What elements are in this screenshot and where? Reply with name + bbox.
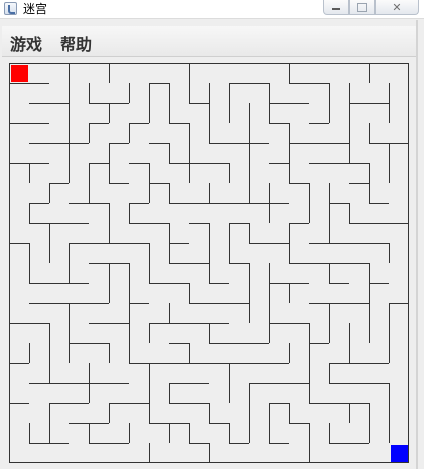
menu-bar: 游戏 帮助 bbox=[2, 26, 416, 57]
window-border bbox=[416, 20, 418, 469]
close-icon: ✕ bbox=[392, 0, 402, 14]
goal-marker bbox=[391, 445, 408, 462]
maze-board[interactable] bbox=[8, 62, 410, 464]
window-controls: ✕ bbox=[323, 0, 419, 15]
minimize-icon bbox=[332, 7, 340, 10]
menu-help[interactable]: 帮助 bbox=[60, 31, 92, 55]
maze-window: 迷宫 ✕ 游戏 帮助 bbox=[0, 0, 424, 469]
close-button[interactable]: ✕ bbox=[375, 0, 419, 15]
minimize-button[interactable] bbox=[323, 0, 349, 15]
window-title: 迷宫 bbox=[23, 2, 48, 16]
player-marker bbox=[11, 65, 28, 82]
java-app-icon bbox=[4, 2, 17, 15]
maximize-icon bbox=[357, 2, 367, 12]
title-bar: 迷宫 ✕ bbox=[0, 0, 424, 19]
maximize-button[interactable] bbox=[349, 0, 375, 15]
maze-walls bbox=[9, 63, 409, 463]
menu-game[interactable]: 游戏 bbox=[10, 31, 42, 55]
